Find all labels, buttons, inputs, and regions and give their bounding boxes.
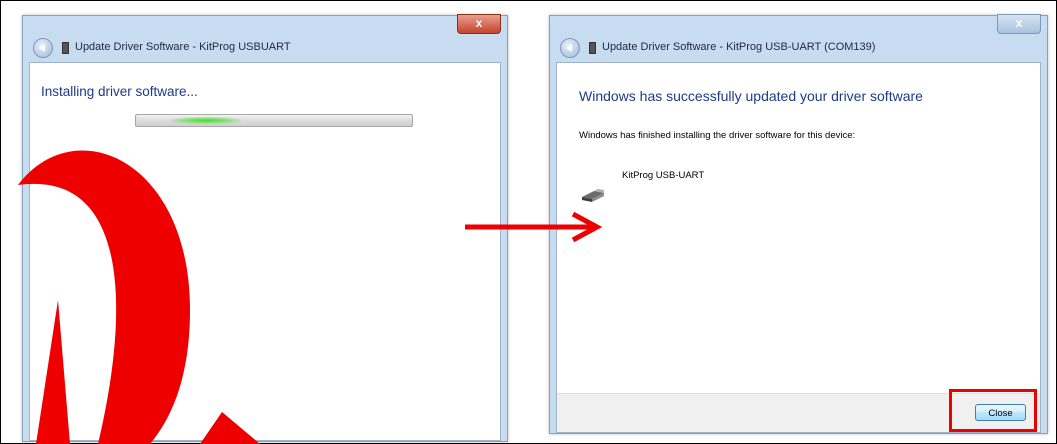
watermark-logo: [18, 150, 260, 444]
